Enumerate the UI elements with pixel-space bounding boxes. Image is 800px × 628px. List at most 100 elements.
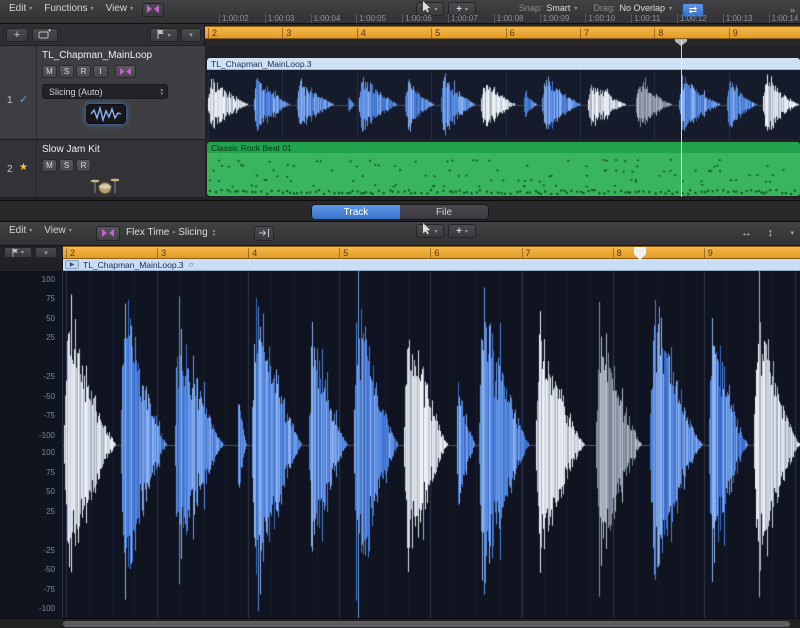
editor-collapse-button[interactable]: ▾ <box>35 247 57 258</box>
bar-number: 8 <box>654 28 663 39</box>
midi-notes[interactable] <box>207 153 800 196</box>
horizontal-zoom-icon[interactable]: ↔ <box>741 227 752 239</box>
flex-mode-value: Flex Time - Slicing <box>126 227 208 238</box>
editor-cycle-band[interactable]: 23456789 <box>63 246 800 259</box>
chevron-down-icon[interactable]: ▾ <box>669 5 672 12</box>
track-header-1[interactable]: 1 ✓ TL_Chapman_MainLoop MSRI Slicing (Au… <box>0 46 205 140</box>
region-body <box>207 153 800 196</box>
time-label: 1:00:11 <box>631 14 660 23</box>
editor-flex-mode-dropdown[interactable]: Flex Time - Slicing ▴▾ <box>126 227 219 238</box>
time-label: 1:00:04 <box>311 14 341 23</box>
divider <box>36 140 37 197</box>
play-icon: ▶ <box>70 261 75 268</box>
region-header[interactable]: TL_Chapman_MainLoop.3 <box>207 58 800 70</box>
collapse-tracks-button[interactable]: ▾ <box>181 28 201 42</box>
logic-pro-window: Edit▾Functions▾View▾ ▾ + ▾ Snap: Smart ▾… <box>0 0 800 628</box>
amplitude-label: -25 <box>43 547 55 555</box>
crosshair-icon: + <box>456 226 462 237</box>
bar-number: 6 <box>430 248 439 259</box>
track-check-icon[interactable]: ✓ <box>19 93 28 106</box>
catch-playhead-icon-button[interactable] <box>254 226 274 241</box>
chevron-down-icon: ▾ <box>44 249 48 257</box>
pointer-icon <box>422 222 431 240</box>
time-label: 1:00:06 <box>402 14 432 23</box>
chevron-down-icon: ▾ <box>91 5 94 12</box>
tab-file[interactable]: File <box>400 205 488 219</box>
editor-corner <box>0 259 63 271</box>
editor-region-header[interactable]: ▶ TL_Chapman_MainLoop.3 ○ <box>63 259 800 271</box>
drag-value[interactable]: No Overlap <box>619 3 665 13</box>
horizontal-scrollbar[interactable] <box>0 618 800 628</box>
solo-button[interactable]: S <box>59 65 74 78</box>
prelisten-button[interactable]: ▶ <box>65 260 79 269</box>
track-header-2[interactable]: 2 ★ Slow Jam Kit MSR <box>0 140 205 198</box>
editor-bar-ruler[interactable]: ▾ ▾ 23456789 <box>0 246 800 259</box>
drag-label: Drag: <box>593 3 615 13</box>
editor-waveform[interactable] <box>63 271 800 618</box>
amplitude-label: 75 <box>46 295 55 303</box>
command-click-tool-button[interactable]: + ▾ <box>448 224 476 238</box>
chevron-down-icon: ▾ <box>434 228 437 235</box>
pointer-tool-button[interactable]: ▾ <box>416 224 444 238</box>
vertical-zoom-icon[interactable]: ↕ <box>768 227 774 239</box>
menu-edit[interactable]: Edit▾ <box>3 224 38 237</box>
flex-icon <box>146 1 160 19</box>
star-icon[interactable]: ★ <box>19 162 28 173</box>
mute-button[interactable]: M <box>42 159 57 172</box>
chevron-down-icon[interactable]: ▾ <box>574 5 577 12</box>
midi-region[interactable]: Classic Rock Beat 01 <box>207 142 800 196</box>
bar-number: 4 <box>248 248 257 259</box>
track-name[interactable]: TL_Chapman_MainLoop <box>42 50 152 61</box>
flex-indicator-icon: ○ <box>189 260 194 269</box>
snap-label: Snap: <box>519 3 543 13</box>
track-header-toolbar: + ▾ ▾ <box>0 24 205 46</box>
bar-number: 7 <box>580 28 589 39</box>
bar-number: 4 <box>357 28 366 39</box>
flex-mode-dropdown[interactable]: Slicing (Auto) ▴▾ <box>42 84 168 99</box>
track-display-options-button[interactable]: ▾ <box>150 28 178 42</box>
audio-region[interactable]: TL_Chapman_MainLoop.3 <box>207 58 800 139</box>
editor-display-options-button[interactable]: ▾ <box>4 247 32 258</box>
bar-ruler[interactable]: 23456789 <box>205 24 800 46</box>
editor-flex-toggle-button[interactable] <box>96 226 120 241</box>
menu-functions[interactable]: Functions▾ <box>38 2 99 15</box>
tracks-menus: Edit▾Functions▾View▾ <box>3 1 139 15</box>
waveform-icon <box>90 106 122 122</box>
chevron-down-icon[interactable]: ▾ <box>790 229 794 237</box>
flex-icon <box>119 63 132 81</box>
add-track-button[interactable]: + <box>6 28 28 42</box>
flex-toggle-button[interactable] <box>142 3 164 17</box>
region-waveform[interactable] <box>207 70 800 139</box>
editor-menubar: Edit▾View▾ Flex Time - Slicing ▴▾ ▾ + ▾ … <box>0 222 800 246</box>
record-enable-button[interactable]: R <box>76 159 91 172</box>
input-monitor-button[interactable]: I <box>93 65 108 78</box>
record-enable-button[interactable]: R <box>76 65 91 78</box>
amplitude-label: 25 <box>46 334 55 342</box>
track-lanes: TL_Chapman_MainLoop.3 Classic Rock Beat … <box>205 46 800 198</box>
region-header[interactable]: Classic Rock Beat 01 <box>207 142 800 153</box>
cycle-region-band[interactable]: 23456789 <box>205 26 800 39</box>
scrollbar-thumb[interactable] <box>63 621 790 627</box>
mute-button[interactable]: M <box>42 65 57 78</box>
menu-view[interactable]: View▾ <box>100 2 140 15</box>
divider <box>36 46 37 139</box>
tab-track[interactable]: Track <box>312 205 400 219</box>
chevron-down-icon: ▾ <box>434 6 437 13</box>
track-flex-button[interactable] <box>115 65 136 78</box>
snap-value[interactable]: Smart <box>546 3 570 13</box>
bar-number: 7 <box>522 248 531 259</box>
region-title: Classic Rock Beat 01 <box>211 143 292 153</box>
dropdown-arrows-icon: ▴▾ <box>160 88 163 96</box>
menu-view[interactable]: View▾ <box>38 224 78 237</box>
solo-button[interactable]: S <box>59 159 74 172</box>
plus-icon: + <box>14 29 20 41</box>
chevron-down-icon: ▾ <box>167 32 170 39</box>
track-icon-waveform[interactable] <box>86 104 126 124</box>
chevron-down-icon: ▾ <box>465 228 468 235</box>
duplicate-track-button[interactable] <box>32 28 58 42</box>
time-ruler[interactable]: 1:00:021:00:031:00:041:00:051:00:061:00:… <box>205 13 800 24</box>
time-label: 1:00:02 <box>219 14 249 23</box>
menu-edit[interactable]: Edit▾ <box>3 2 38 15</box>
amplitude-label: -75 <box>43 412 55 420</box>
track-name[interactable]: Slow Jam Kit <box>42 144 100 155</box>
